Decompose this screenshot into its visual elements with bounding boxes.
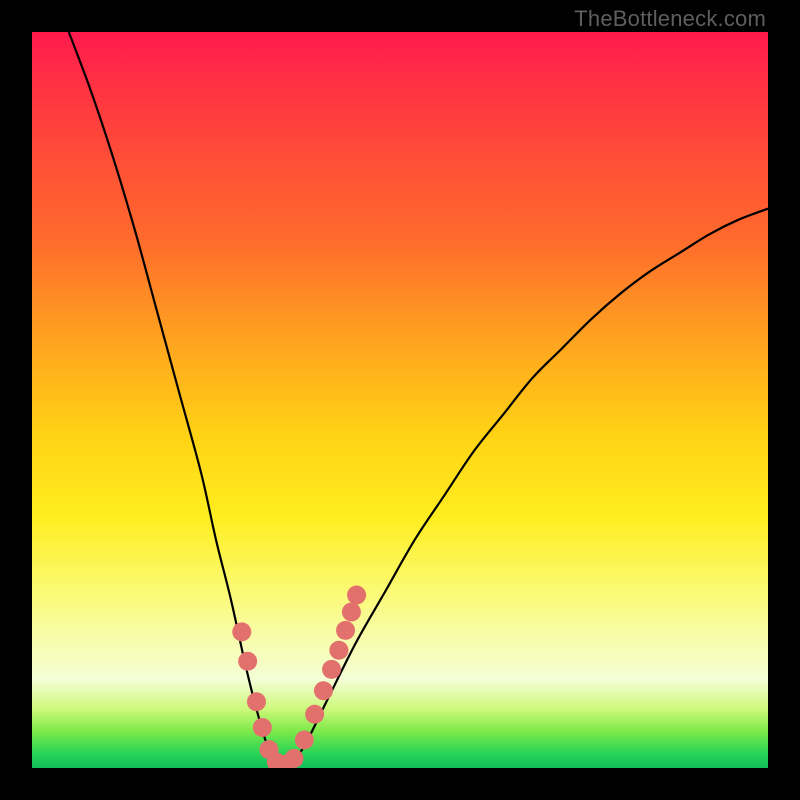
marker-point — [253, 718, 272, 737]
marker-point — [322, 660, 341, 679]
watermark-text: TheBottleneck.com — [574, 6, 766, 32]
marker-point — [285, 749, 304, 768]
marker-point — [247, 692, 266, 711]
marker-point — [295, 731, 314, 750]
marker-point — [238, 652, 257, 671]
chart-frame: TheBottleneck.com — [0, 0, 800, 800]
marker-point — [342, 602, 361, 621]
marker-point — [314, 681, 333, 700]
marker-point — [347, 586, 366, 605]
marker-point — [336, 621, 355, 640]
plot-area — [32, 32, 768, 768]
chart-svg — [32, 32, 768, 768]
marker-cluster — [232, 586, 366, 768]
marker-point — [329, 641, 348, 660]
marker-point — [232, 622, 251, 641]
marker-point — [305, 705, 324, 724]
bottleneck-curve — [69, 32, 768, 767]
